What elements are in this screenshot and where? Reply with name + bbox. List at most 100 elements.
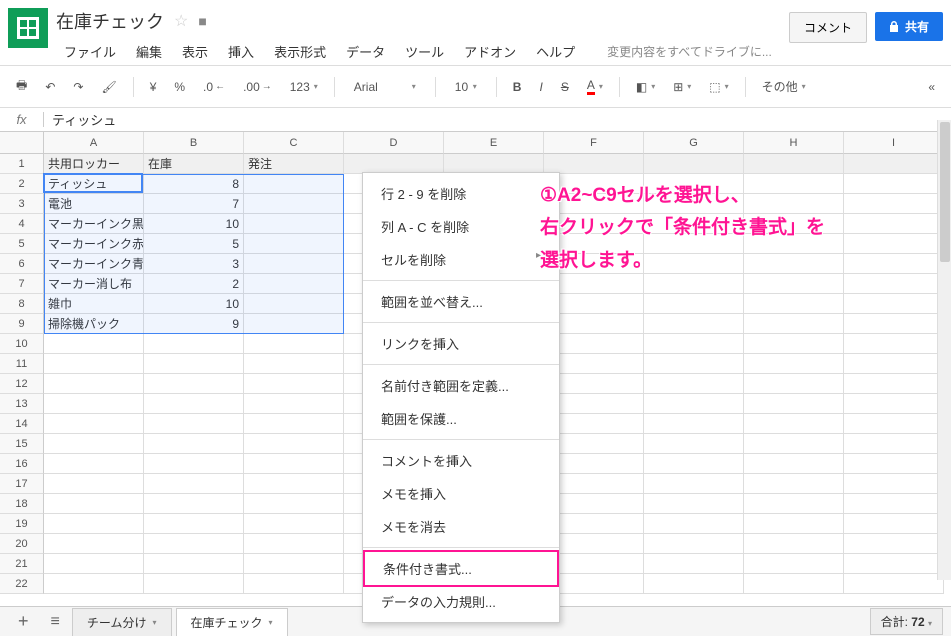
row-header-3[interactable]: 3 [0,194,44,214]
cell-B16[interactable] [144,454,244,474]
cell-C17[interactable] [244,474,344,494]
share-button[interactable]: 共有 [875,12,943,41]
menu-addons[interactable]: アドオン [456,38,524,65]
cell-B3[interactable]: 7 [144,194,244,214]
cell-B5[interactable]: 5 [144,234,244,254]
undo-icon[interactable]: ↶ [39,76,61,98]
cell-I6[interactable] [844,254,944,274]
cell-G21[interactable] [644,554,744,574]
col-header-F[interactable]: F [544,132,644,154]
cell-I11[interactable] [844,354,944,374]
context-menu-item[interactable]: メモを挿入 [363,477,559,510]
row-header-18[interactable]: 18 [0,494,44,514]
row-header-19[interactable]: 19 [0,514,44,534]
print-icon[interactable]: 🖶 [10,72,33,101]
cell-H8[interactable] [744,294,844,314]
cell-C22[interactable] [244,574,344,594]
cell-A6[interactable]: マーカーインク青 [44,254,144,274]
cell-C15[interactable] [244,434,344,454]
add-sheet-button[interactable]: + [8,611,39,632]
col-header-A[interactable]: A [44,132,144,154]
strike-icon[interactable]: S [555,76,575,98]
row-header-4[interactable]: 4 [0,214,44,234]
cell-H18[interactable] [744,494,844,514]
all-sheets-button[interactable]: ≡ [43,613,68,631]
paint-format-icon[interactable]: 🖌 [95,76,122,98]
cell-B22[interactable] [144,574,244,594]
more-options[interactable]: その他 [756,74,812,99]
cell-I20[interactable] [844,534,944,554]
cell-A1[interactable]: 共用ロッカー [44,154,144,174]
row-header-7[interactable]: 7 [0,274,44,294]
text-color[interactable]: A [581,74,609,99]
cell-B17[interactable] [144,474,244,494]
cell-H1[interactable] [744,154,844,174]
menu-file[interactable]: ファイル [56,38,124,65]
cell-I15[interactable] [844,434,944,454]
cell-I2[interactable] [844,174,944,194]
cell-C11[interactable] [244,354,344,374]
cell-H20[interactable] [744,534,844,554]
cell-A16[interactable] [44,454,144,474]
context-menu-item[interactable]: 列 A - C を削除 [363,210,559,243]
cell-C18[interactable] [244,494,344,514]
cell-A22[interactable] [44,574,144,594]
comment-button[interactable]: コメント [789,12,867,43]
row-header-13[interactable]: 13 [0,394,44,414]
cell-G22[interactable] [644,574,744,594]
cell-C12[interactable] [244,374,344,394]
cell-C16[interactable] [244,454,344,474]
cell-I8[interactable] [844,294,944,314]
bold-icon[interactable]: B [507,76,528,98]
cell-A10[interactable] [44,334,144,354]
cell-B19[interactable] [144,514,244,534]
cell-A17[interactable] [44,474,144,494]
doc-title[interactable]: 在庫チェック [56,8,164,34]
cell-I16[interactable] [844,454,944,474]
row-header-1[interactable]: 1 [0,154,44,174]
cell-G18[interactable] [644,494,744,514]
menu-insert[interactable]: 挿入 [220,38,262,65]
cell-H21[interactable] [744,554,844,574]
cell-H10[interactable] [744,334,844,354]
cell-I10[interactable] [844,334,944,354]
cell-I18[interactable] [844,494,944,514]
cell-G15[interactable] [644,434,744,454]
col-header-I[interactable]: I [844,132,944,154]
context-menu-item[interactable]: 名前付き範囲を定義... [363,369,559,402]
col-header-G[interactable]: G [644,132,744,154]
cell-B20[interactable] [144,534,244,554]
cell-A7[interactable]: マーカー消し布 [44,274,144,294]
menu-edit[interactable]: 編集 [128,38,170,65]
cell-C21[interactable] [244,554,344,574]
cell-I7[interactable] [844,274,944,294]
row-header-12[interactable]: 12 [0,374,44,394]
cell-A15[interactable] [44,434,144,454]
row-header-11[interactable]: 11 [0,354,44,374]
cell-A20[interactable] [44,534,144,554]
cell-F1[interactable] [544,154,644,174]
row-header-21[interactable]: 21 [0,554,44,574]
cell-C20[interactable] [244,534,344,554]
cell-I9[interactable] [844,314,944,334]
cell-G12[interactable] [644,374,744,394]
cell-B10[interactable] [144,334,244,354]
row-header-10[interactable]: 10 [0,334,44,354]
font-family[interactable]: Arial [345,76,425,98]
menu-help[interactable]: ヘルプ [528,38,583,65]
cell-I17[interactable] [844,474,944,494]
cell-G10[interactable] [644,334,744,354]
cell-H17[interactable] [744,474,844,494]
number-format[interactable]: 123 [284,76,324,98]
cell-B7[interactable]: 2 [144,274,244,294]
font-size[interactable]: 10 [446,76,486,98]
cell-G11[interactable] [644,354,744,374]
cell-A11[interactable] [44,354,144,374]
cell-I13[interactable] [844,394,944,414]
cell-C10[interactable] [244,334,344,354]
cell-H13[interactable] [744,394,844,414]
col-header-D[interactable]: D [344,132,444,154]
menu-view[interactable]: 表示 [174,38,216,65]
cell-B15[interactable] [144,434,244,454]
redo-icon[interactable]: ↷ [67,76,89,98]
